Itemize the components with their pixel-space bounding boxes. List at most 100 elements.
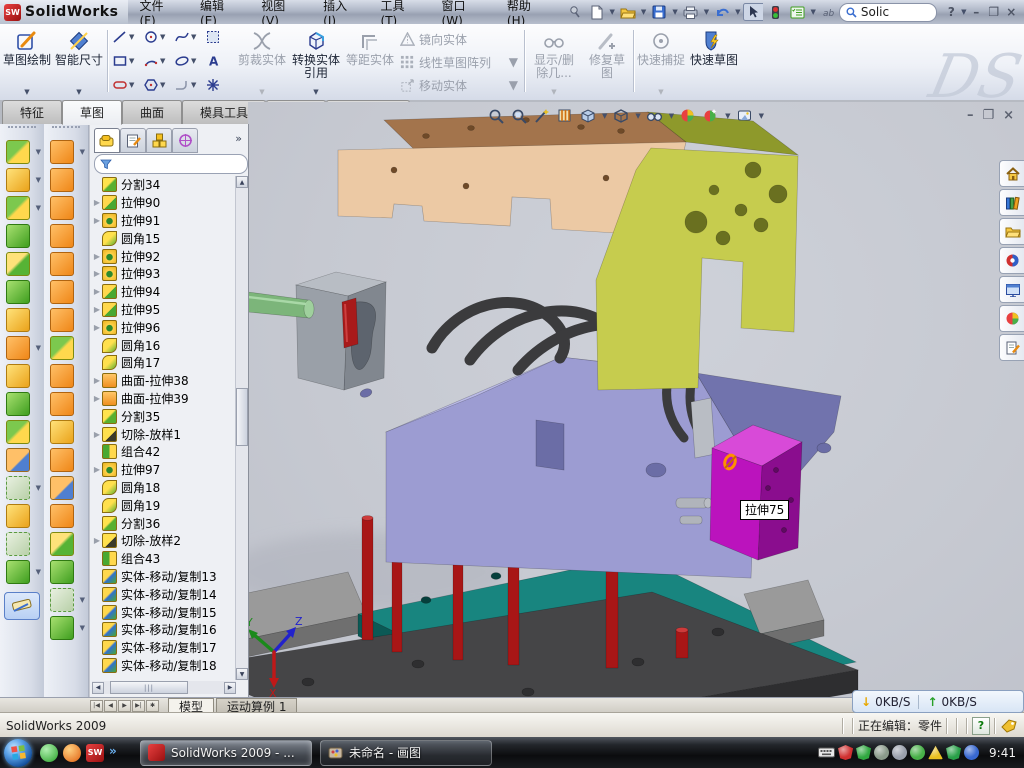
sync-blue-red-icon[interactable] <box>964 745 979 760</box>
wrap-tool-icon[interactable] <box>50 196 74 220</box>
tree-item[interactable]: ▶拉伸93 <box>92 265 236 283</box>
hide-show-items-icon[interactable] <box>645 106 665 126</box>
tree-horizontal-scrollbar[interactable]: ◀ ||| ▶ <box>92 681 236 694</box>
shirt-tool-icon[interactable] <box>50 420 74 444</box>
sparkle2-tool-icon[interactable]: ▼ <box>50 588 74 612</box>
circle-tool[interactable]: ▼ <box>143 26 173 48</box>
offset-entities-button[interactable]: 等距实体 <box>346 26 394 99</box>
cylinder-tool-icon[interactable] <box>50 560 74 584</box>
funnel-tool-icon[interactable] <box>50 224 74 248</box>
tree-item[interactable]: ▶曲面-拉伸39 <box>92 390 236 408</box>
tree-item[interactable]: ▶拉伸94 <box>92 283 236 301</box>
tree-item[interactable]: ▶曲面-拉伸38 <box>92 372 236 390</box>
tree-item[interactable]: 组合42 <box>92 443 236 461</box>
expand-arrow-icon[interactable]: ▶ <box>92 269 102 278</box>
surface-tool-icon[interactable] <box>50 308 74 332</box>
tree-item[interactable]: 实体-移动/复制17 <box>92 639 236 657</box>
move-copy-tool-icon[interactable] <box>6 448 30 472</box>
tree-item[interactable]: ▶拉伸92 <box>92 247 236 265</box>
update-green-icon[interactable] <box>910 745 925 760</box>
tree-item[interactable]: ▶拉伸97 <box>92 461 236 479</box>
core-tool-icon[interactable] <box>6 252 30 276</box>
motion-study-tab[interactable]: 运动算例 1 <box>216 698 297 713</box>
solidworks-resources-icon[interactable] <box>999 247 1024 274</box>
pattern-dots-tool-icon[interactable]: ▼ <box>6 336 30 360</box>
measure-tool-selected[interactable] <box>4 592 40 620</box>
expand-arrow-icon[interactable]: ▶ <box>92 323 102 332</box>
view-palette-icon[interactable] <box>999 276 1024 303</box>
tree-item[interactable]: 分割35 <box>92 407 236 425</box>
minimize-button[interactable]: – <box>967 4 985 20</box>
text-tool[interactable]: A <box>205 50 235 72</box>
rapid-sketch-button[interactable]: 快速草图 <box>690 26 738 99</box>
home-icon[interactable] <box>999 160 1024 187</box>
draft-tool-icon[interactable] <box>6 224 30 248</box>
shield-plus-icon[interactable] <box>946 745 961 760</box>
mirror-entities-button[interactable]: 镜向实体 <box>400 29 518 49</box>
polygon-tool[interactable]: ▼ <box>143 74 173 96</box>
expand-arrow-icon[interactable]: ▶ <box>92 252 102 261</box>
yellow-blocks-tool-icon[interactable] <box>6 364 30 388</box>
annotation-icon[interactable]: ab <box>819 3 839 21</box>
animation-control-2[interactable]: ▶ <box>118 700 131 712</box>
view-wand-icon[interactable] <box>532 106 552 126</box>
dropdown-icon[interactable]: ▼ <box>810 8 815 16</box>
dropdown-icon[interactable]: ▼ <box>602 112 607 120</box>
dropdown-icon[interactable]: ▼ <box>759 112 764 120</box>
scroll-down-icon[interactable]: ▼ <box>236 668 248 680</box>
linear-sketch-pattern-button[interactable]: 线性草图阵列 ▼ <box>400 52 518 72</box>
doc-minimize-icon[interactable]: – <box>967 108 974 123</box>
animation-control-0[interactable]: |◀ <box>90 700 103 712</box>
model-tab[interactable]: 模型 <box>168 698 214 713</box>
dropdown-icon[interactable]: ▼ <box>191 33 196 41</box>
section-view-icon[interactable] <box>555 106 575 126</box>
corner-tool-icon[interactable] <box>50 532 74 556</box>
pin-icon[interactable] <box>565 3 585 21</box>
dome-tool-icon[interactable] <box>50 168 74 192</box>
expand-arrow-icon[interactable]: ▶ <box>92 198 102 207</box>
cubes-tool-icon[interactable] <box>50 364 74 388</box>
expand-arrow-icon[interactable]: ▶ <box>92 430 102 439</box>
edit-appearance-icon[interactable] <box>678 106 698 126</box>
banana-tool-icon[interactable] <box>50 336 74 360</box>
dimxpert-manager-tab[interactable] <box>172 128 198 153</box>
repair-sketch-button[interactable]: 修复草图 <box>584 26 630 99</box>
property-manager-tab[interactable] <box>120 128 146 153</box>
badge-gray-icon[interactable] <box>874 745 889 760</box>
scroll-up-icon[interactable]: ▲ <box>236 176 248 188</box>
tree-item[interactable]: 圆角18 <box>92 479 236 497</box>
doc-restore-icon[interactable]: ❐ <box>982 108 994 123</box>
arc-tool[interactable]: ▼ <box>143 50 173 72</box>
dropdown-icon[interactable]: ▼ <box>129 33 134 41</box>
undo-icon[interactable] <box>712 3 732 21</box>
tree-item[interactable]: 圆角16 <box>92 336 236 354</box>
dropdown-icon[interactable]: ▼ <box>610 8 615 16</box>
wand-box-tool-icon[interactable] <box>6 308 30 332</box>
tree-item[interactable]: 实体-移动/复制15 <box>92 603 236 621</box>
rectangle-tool[interactable]: ▼ <box>112 50 142 72</box>
dropdown-icon[interactable]: ▼ <box>160 81 165 89</box>
tree-item[interactable]: ▶切除-放样1 <box>92 425 236 443</box>
ellipse-tool[interactable]: ▼ <box>174 50 204 72</box>
launcher-icon[interactable] <box>63 744 81 762</box>
sketch-button[interactable]: 草图绘制 ▼ <box>2 26 52 99</box>
tree-item[interactable]: 实体-移动/复制13 <box>92 568 236 586</box>
shield-green-icon[interactable] <box>856 745 871 760</box>
tree-item[interactable]: 实体-移动/复制18 <box>92 657 236 675</box>
dropdown-icon[interactable]: ▼ <box>191 81 196 89</box>
custom-properties-icon[interactable] <box>999 334 1024 361</box>
rapid-snap-button[interactable]: 快速捕捉 ▼ <box>637 26 685 99</box>
graphics-viewport[interactable]: Y Z X ▼▼▼▼▼ – ❐ × 拉伸75 <box>248 102 1024 697</box>
green-blocks-tool-icon[interactable] <box>6 392 30 416</box>
expand-arrow-icon[interactable]: ▶ <box>92 305 102 314</box>
wedge-tool-icon[interactable] <box>6 280 30 304</box>
tree-item[interactable]: ▶拉伸91 <box>92 212 236 230</box>
view-orientation-icon[interactable] <box>611 106 631 126</box>
orange-blue-tool-icon[interactable] <box>50 476 74 500</box>
smart-dimension-button[interactable]: 智能尺寸 ▼ <box>54 26 104 99</box>
zoom-area-icon[interactable] <box>509 106 529 126</box>
dropdown-icon[interactable]: ▼ <box>76 86 81 99</box>
print-icon[interactable] <box>681 3 701 21</box>
doc-close-icon[interactable]: × <box>1003 108 1014 123</box>
tree-item[interactable]: 实体-移动/复制16 <box>92 621 236 639</box>
